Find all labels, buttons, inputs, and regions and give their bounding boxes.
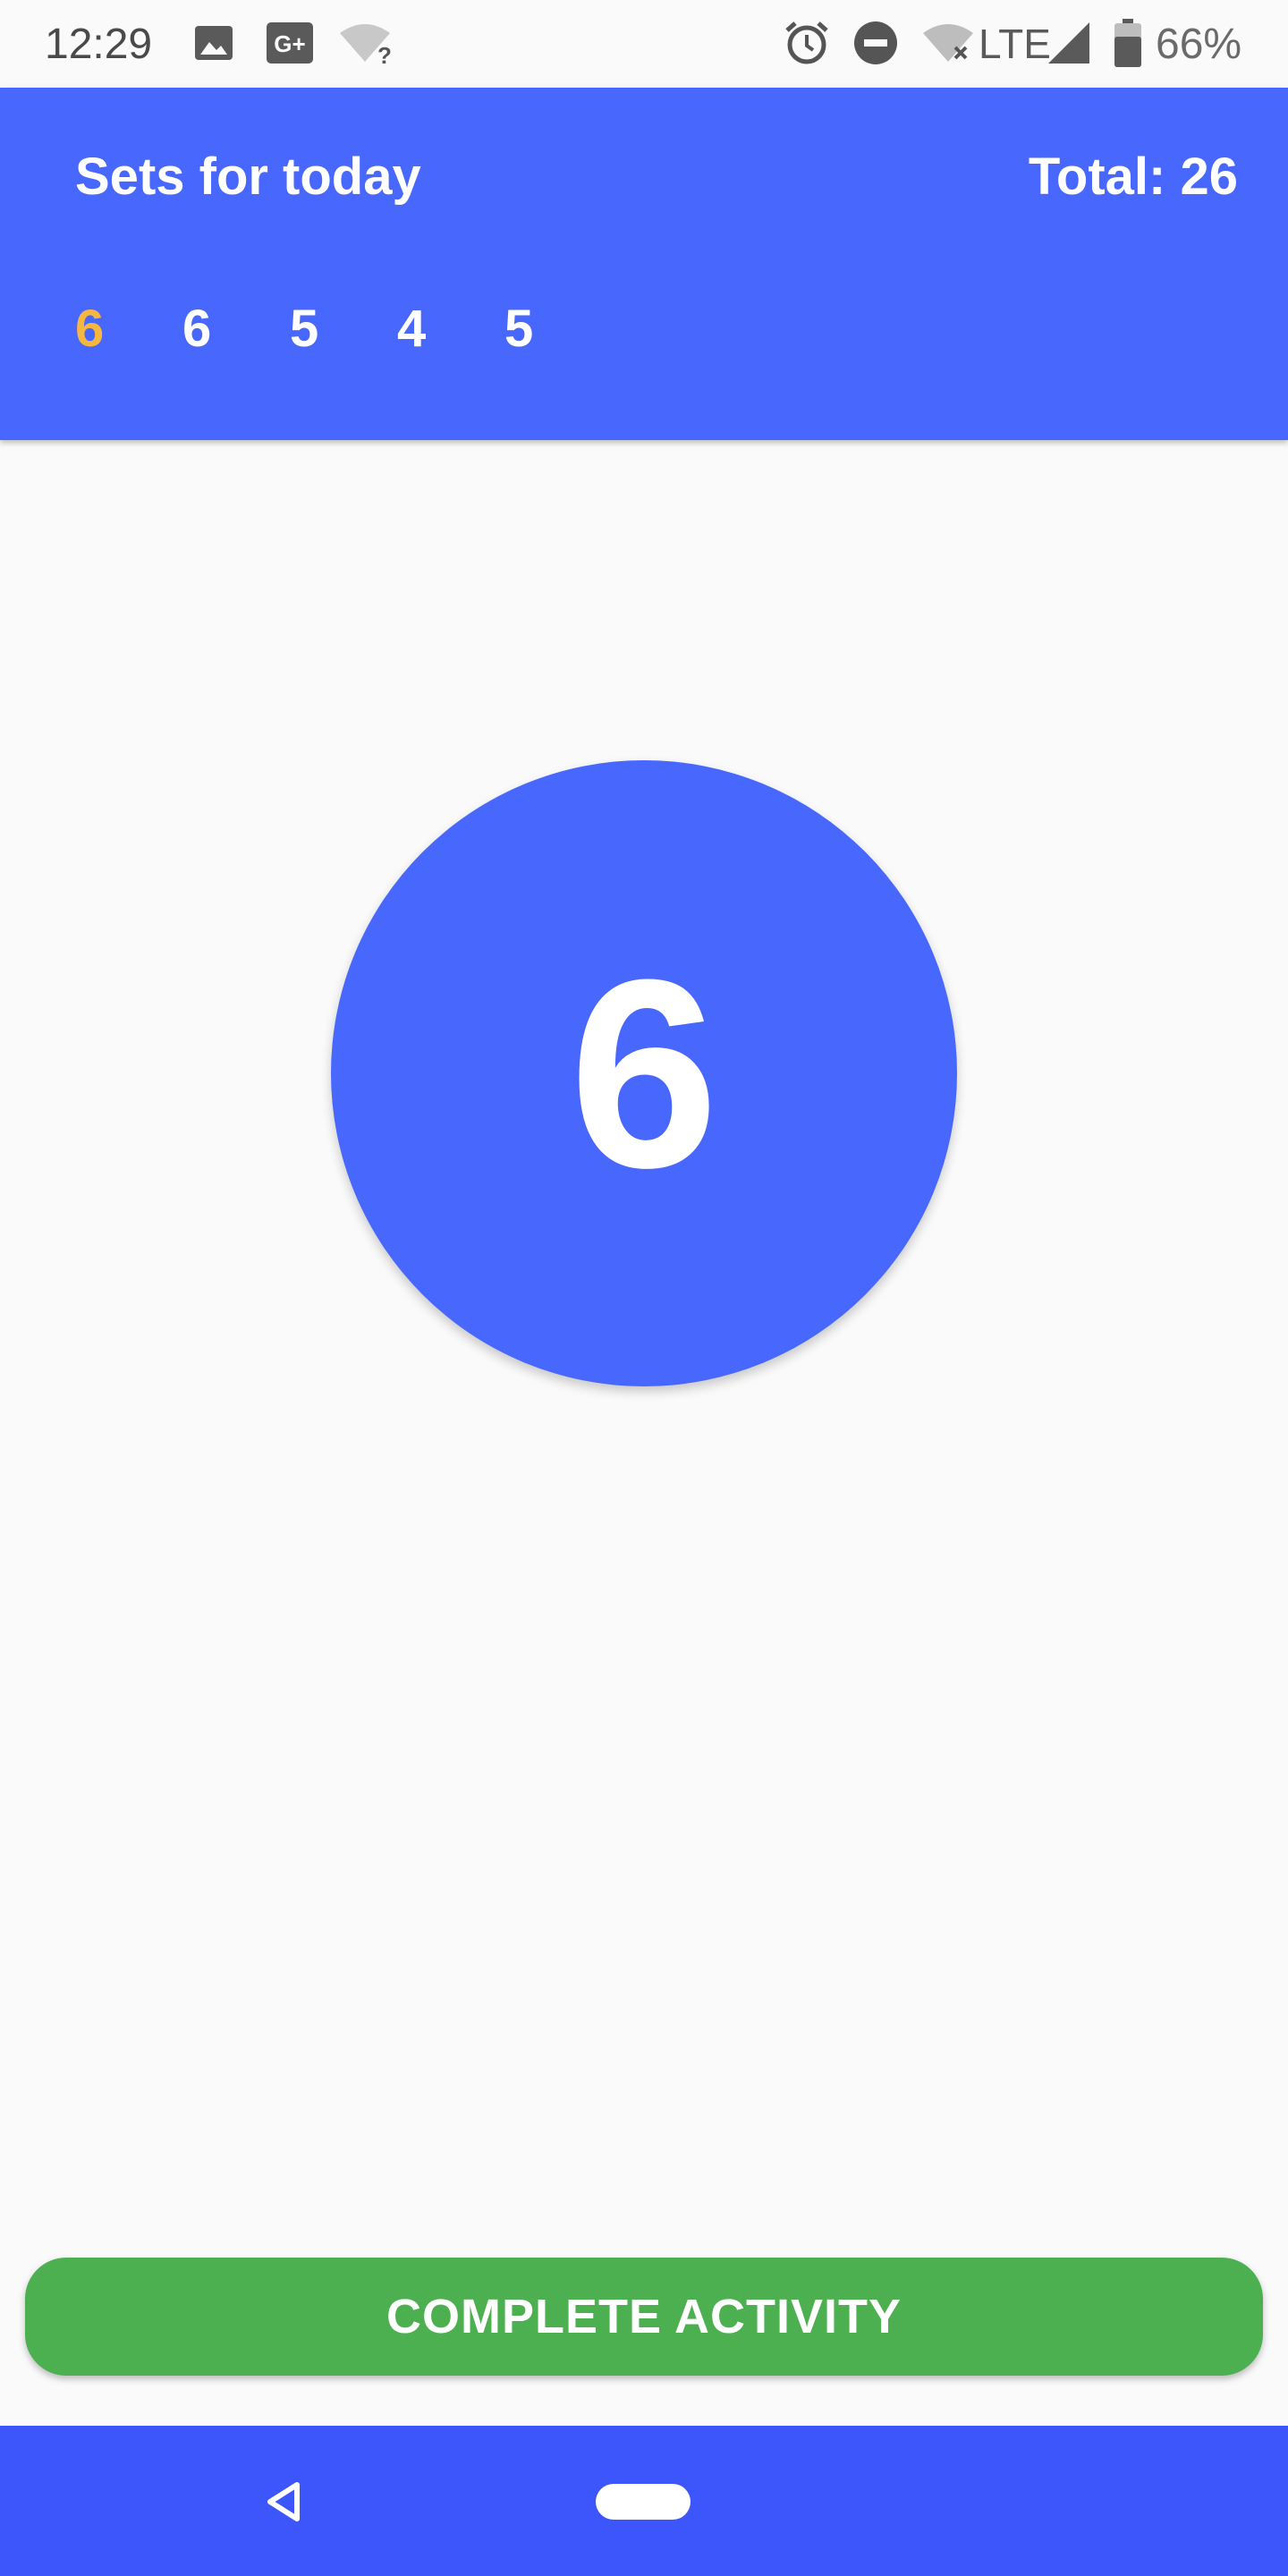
alarm-icon <box>784 20 830 66</box>
set-item-1[interactable]: 6 <box>75 299 182 359</box>
set-item-2[interactable]: 6 <box>182 299 290 359</box>
set-item-5[interactable]: 5 <box>504 299 612 359</box>
back-icon[interactable] <box>261 2479 306 2524</box>
total-count: Total: 26 <box>1028 148 1238 206</box>
battery-icon <box>1114 19 1141 67</box>
battery-percent: 66% <box>1156 21 1242 68</box>
complete-activity-button[interactable]: COMPLETE ACTIVITY <box>25 2258 1263 2376</box>
google-plus-icon: G+ <box>267 20 313 66</box>
svg-text:?: ? <box>377 42 392 65</box>
set-item-3[interactable]: 5 <box>290 299 397 359</box>
do-not-disturb-icon <box>853 20 898 66</box>
wifi-off-icon <box>921 20 977 66</box>
rep-counter-button[interactable]: 6 <box>331 760 957 1386</box>
sets-list: 6 6 5 4 5 <box>75 299 612 359</box>
network-type: LTE <box>979 21 1051 67</box>
wifi-unknown-icon: ? <box>338 20 394 66</box>
sets-header: Sets for today Total: 26 6 6 5 4 5 <box>0 88 1288 440</box>
page-title: Sets for today <box>75 148 421 206</box>
home-icon[interactable] <box>596 2484 691 2520</box>
status-time: 12:29 <box>45 21 153 68</box>
image-icon <box>193 20 234 66</box>
set-item-4[interactable]: 4 <box>397 299 504 359</box>
svg-text:G+: G+ <box>274 30 305 57</box>
status-bar: 12:29 G+ ? LTE 66% <box>0 0 1288 88</box>
signal-icon <box>1046 20 1091 66</box>
